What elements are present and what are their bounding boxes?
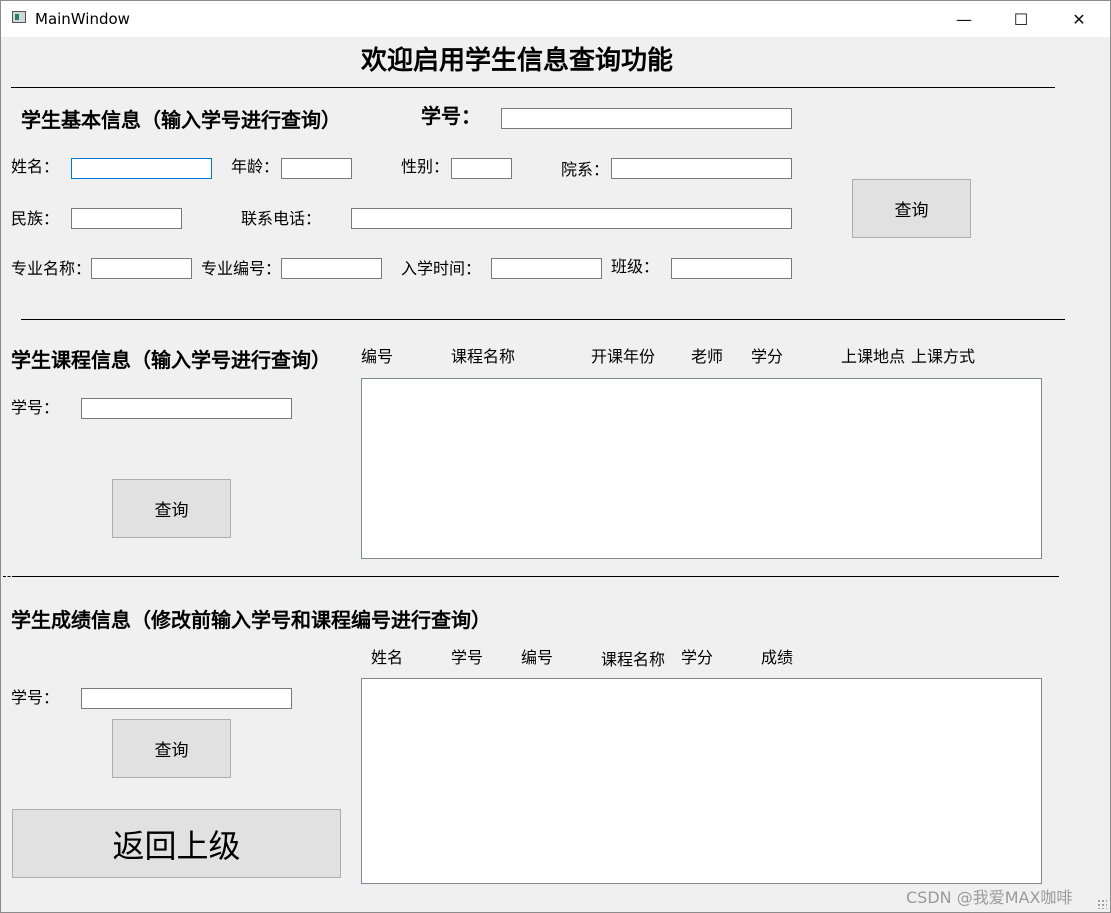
- age-input[interactable]: [281, 158, 352, 179]
- grade-col-name: 姓名: [371, 648, 404, 667]
- divider-dash: [3, 576, 15, 577]
- class-input[interactable]: [671, 258, 792, 279]
- class-label: 班级：: [611, 257, 660, 276]
- name-label: 姓名：: [11, 157, 60, 176]
- grade-col-course-id: 编号: [521, 648, 554, 667]
- grade-info-heading: 学生成绩信息（修改前输入学号和课程编号进行查询）: [11, 608, 491, 632]
- major-code-input[interactable]: [281, 258, 382, 279]
- grade-student-id-input[interactable]: [81, 688, 292, 709]
- enroll-time-label: 入学时间：: [401, 259, 482, 278]
- divider-bottom: [15, 576, 1059, 577]
- course-col-credit: 学分: [751, 347, 784, 366]
- minimize-icon[interactable]: —: [935, 0, 993, 38]
- course-student-id-label: 学号：: [11, 398, 60, 417]
- grade-query-button[interactable]: 查询: [112, 719, 231, 778]
- close-icon[interactable]: ✕: [1050, 0, 1108, 38]
- major-name-label: 专业名称：: [11, 259, 92, 278]
- course-student-id-input[interactable]: [81, 398, 292, 419]
- window-title: MainWindow: [35, 10, 130, 28]
- course-query-button[interactable]: 查询: [112, 479, 231, 538]
- page-title: 欢迎启用学生信息查询功能: [361, 46, 674, 76]
- course-col-id: 编号: [361, 347, 394, 366]
- grade-col-student-id: 学号: [451, 648, 484, 667]
- resize-grip-icon[interactable]: [1097, 899, 1107, 909]
- major-name-input[interactable]: [91, 258, 192, 279]
- grade-student-id-label: 学号：: [11, 688, 60, 707]
- divider-top: [11, 87, 1055, 88]
- age-label: 年龄：: [231, 157, 280, 176]
- basic-student-id-input[interactable]: [501, 108, 792, 129]
- basic-info-heading: 学生基本信息（输入学号进行查询）: [21, 108, 341, 132]
- back-button[interactable]: 返回上级: [12, 809, 341, 878]
- phone-input[interactable]: [351, 208, 792, 229]
- course-col-name: 课程名称: [451, 347, 516, 366]
- department-input[interactable]: [611, 158, 792, 179]
- grade-col-credit: 学分: [681, 648, 714, 667]
- gender-input[interactable]: [451, 158, 512, 179]
- maximize-icon[interactable]: ☐: [992, 0, 1050, 38]
- gender-label: 性别：: [401, 157, 450, 176]
- watermark: CSDN @我爱MAX咖啡: [906, 888, 1073, 907]
- name-input[interactable]: [71, 158, 212, 179]
- grade-col-course-name: 课程名称: [601, 650, 666, 669]
- course-list[interactable]: [361, 378, 1042, 559]
- course-col-method: 上课方式: [911, 347, 976, 366]
- divider-middle: [21, 319, 1065, 320]
- app-window-icon: [12, 11, 26, 23]
- enroll-time-input[interactable]: [491, 258, 602, 279]
- phone-label: 联系电话：: [241, 209, 322, 228]
- basic-student-id-label: 学号：: [421, 104, 481, 128]
- course-info-heading: 学生课程信息（输入学号进行查询）: [11, 348, 331, 372]
- grade-list[interactable]: [361, 678, 1042, 884]
- department-label: 院系：: [561, 160, 610, 179]
- course-col-teacher: 老师: [691, 347, 724, 366]
- grade-col-score: 成绩: [761, 648, 794, 667]
- major-code-label: 专业编号：: [201, 259, 282, 278]
- basic-query-button[interactable]: 查询: [852, 179, 971, 238]
- ethnicity-input[interactable]: [71, 208, 182, 229]
- ethnicity-label: 民族：: [11, 209, 60, 228]
- course-col-year: 开课年份: [591, 347, 656, 366]
- course-col-location: 上课地点: [841, 347, 906, 366]
